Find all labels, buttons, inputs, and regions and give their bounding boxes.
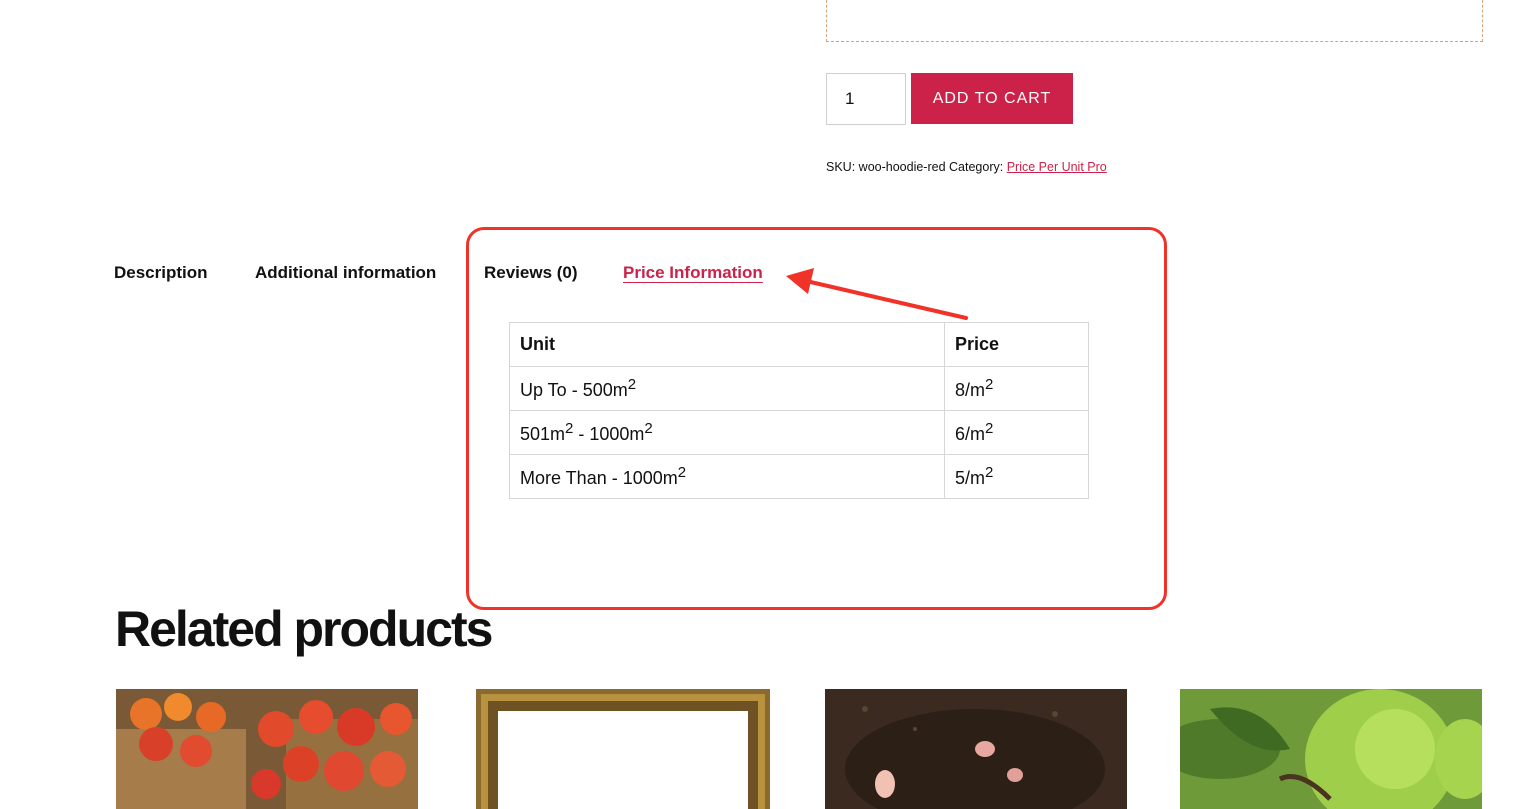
- price-header: Price: [944, 322, 1089, 367]
- unit-cell: 501m2 - 1000m2: [509, 410, 945, 455]
- table-row: 501m2 - 1000m2 6/m2: [509, 410, 1089, 455]
- category-link[interactable]: Price Per Unit Pro: [1007, 160, 1107, 174]
- tab-reviews[interactable]: Reviews (0): [484, 263, 578, 283]
- unit-cell: More Than - 1000m2: [509, 454, 945, 499]
- related-products-title: Related products: [115, 601, 493, 657]
- tab-additional-information[interactable]: Additional information: [255, 263, 436, 283]
- category-label: Category:: [949, 160, 1004, 174]
- related-product-image-guava[interactable]: [1180, 689, 1482, 809]
- price-cell: 5/m2: [944, 454, 1089, 499]
- related-product-image-frame[interactable]: [476, 689, 770, 809]
- price-table: Unit Price Up To - 500m2 8/m2 501m2 - 10…: [509, 322, 1089, 499]
- product-options-box: [826, 0, 1483, 42]
- related-product-image-soil[interactable]: [825, 689, 1127, 809]
- related-product-image-tomatoes[interactable]: [116, 689, 418, 809]
- sku-value: woo-hoodie-red: [858, 160, 946, 174]
- price-cell: 6/m2: [944, 410, 1089, 455]
- tab-price-information[interactable]: Price Information: [623, 263, 763, 283]
- table-header-row: Unit Price: [509, 322, 1089, 367]
- annotation-arrow-icon: [786, 268, 968, 320]
- add-to-cart-button[interactable]: ADD TO CART: [911, 73, 1073, 124]
- price-cell: 8/m2: [944, 366, 1089, 411]
- tab-description[interactable]: Description: [114, 263, 208, 283]
- quantity-input[interactable]: 1: [826, 73, 906, 125]
- unit-header: Unit: [509, 322, 945, 367]
- unit-cell: Up To - 500m2: [509, 366, 945, 411]
- product-meta: SKU: woo-hoodie-red Category: Price Per …: [826, 160, 1107, 174]
- table-row: More Than - 1000m2 5/m2: [509, 454, 1089, 499]
- table-row: Up To - 500m2 8/m2: [509, 366, 1089, 411]
- sku-label: SKU:: [826, 160, 856, 174]
